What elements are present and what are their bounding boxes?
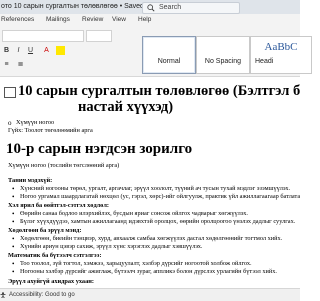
list-item: Бүлэг хүүхдүүдээ, хамтын ажиллагаанд идэ… bbox=[20, 218, 296, 225]
bullet-dot: • bbox=[12, 243, 15, 251]
style-normal[interactable]: Normal bbox=[142, 36, 196, 74]
bullet-dot: • bbox=[12, 185, 15, 193]
heading-line-1: 10 сарын сургалтын төлөвлөгөө (Бэлтгэл б… bbox=[18, 83, 300, 99]
style-heading-preview: AaBbC bbox=[264, 41, 298, 53]
square-icon bbox=[4, 87, 16, 98]
ribbon-tabs: References Mailings Review View Help bbox=[0, 14, 300, 26]
style-heading[interactable]: AaBbC Headi bbox=[250, 36, 312, 74]
tab-review[interactable]: Review bbox=[82, 14, 103, 26]
title-bar: ото 10 сарын сургалтын төлөвлөгөө • Save… bbox=[0, 0, 300, 14]
tab-references[interactable]: References bbox=[1, 14, 34, 26]
tab-view[interactable]: View bbox=[112, 14, 126, 26]
list-item: Хүнийн ариун цэвэр сахиж, эрүүл хүнс хэр… bbox=[20, 243, 203, 250]
font-color-icon[interactable]: A bbox=[42, 46, 51, 55]
subsection-title: Хүмүүн ногоо (тослийн төгслөөний арга) bbox=[8, 162, 120, 169]
block-heading: Эрүүл ахуйгүй ахидрах ухаан: bbox=[8, 278, 94, 285]
heading-line-2: настай хүүхэд) bbox=[78, 99, 174, 115]
list-item: Хүнсний ногооны төрөл, ургалт, аргачлаг,… bbox=[20, 185, 291, 192]
block-heading: Хэл ярил ба өөйтгэл-сэтгэл хөдлөл: bbox=[8, 202, 109, 209]
status-bar: Accessibility: Good to go bbox=[0, 288, 300, 301]
block-heading: Математик ба бүтээлч сэтгэлгээ: bbox=[8, 252, 102, 259]
list-item: Ногоо ургамал шаардлагатай нөхцөл (ус, г… bbox=[20, 193, 300, 200]
block-heading: Танин мэдэхүй: bbox=[8, 177, 53, 184]
font-name-dropdown[interactable] bbox=[2, 30, 84, 42]
bullet-dot: • bbox=[12, 235, 15, 243]
underline-button[interactable]: U bbox=[26, 46, 35, 55]
list-bullet: o bbox=[8, 119, 12, 127]
list-item: Хөдөлгөөн, биеийн тэнцвэр, хурд, авхаалж… bbox=[20, 235, 283, 242]
style-normal-label: Normal bbox=[157, 58, 181, 65]
bullet-dot: • bbox=[12, 268, 15, 276]
accessibility-icon bbox=[0, 292, 6, 298]
search-placeholder: Search bbox=[159, 4, 182, 11]
block-heading: Хөдөлгөөн ба эрүүл мэнд: bbox=[8, 227, 82, 234]
bold-button[interactable]: B bbox=[2, 46, 11, 55]
document-title[interactable]: ото 10 сарын сургалтын төлөвлөгөө • Save… bbox=[0, 0, 152, 14]
list-item: Өөрийн санаа бодлоо илэрхийлэх, бусдын я… bbox=[20, 210, 248, 217]
italic-button[interactable]: I bbox=[14, 46, 23, 55]
font-group: B I U A ≡ ≣ bbox=[2, 30, 130, 72]
list-item: Тоо тоолол, зүй тогтол, хэмжээ, харьцуул… bbox=[20, 260, 252, 267]
list-item: Ногооны хэлбэр дүрсийг ажиглаж, бүтээлч … bbox=[20, 268, 277, 275]
font-size-dropdown[interactable] bbox=[86, 30, 112, 42]
bullet-dot: • bbox=[12, 193, 15, 201]
style-heading-label: Headi bbox=[255, 58, 274, 65]
bullet-dot: • bbox=[12, 210, 15, 218]
list-item: Гүйх: Тоолот төгөлөөмийн арга bbox=[8, 127, 93, 134]
style-no-spacing[interactable]: No Spacing bbox=[196, 36, 250, 74]
tab-help[interactable]: Help bbox=[138, 14, 151, 26]
search-icon bbox=[147, 4, 155, 12]
list-item: Хүмүүн ногоо bbox=[16, 119, 55, 126]
highlight-icon[interactable] bbox=[56, 46, 65, 55]
bullet-dot: • bbox=[12, 260, 15, 268]
bullets-icon[interactable]: ≡ bbox=[2, 60, 11, 69]
accessibility-status[interactable]: Accessibility: Good to go bbox=[9, 289, 75, 301]
ribbon-panel: B I U A ≡ ≣ Normal No Spacing AaBbC Head… bbox=[0, 26, 312, 77]
style-no-spacing-label: No Spacing bbox=[204, 58, 242, 65]
search-box[interactable]: Search bbox=[142, 2, 240, 14]
document-canvas[interactable]: 10 сарын сургалтын төлөвлөгөө (Бэлтгэл б… bbox=[0, 77, 300, 288]
bullet-dot: • bbox=[12, 218, 15, 226]
tab-mailings[interactable]: Mailings bbox=[46, 14, 70, 26]
align-left-icon[interactable]: ≣ bbox=[16, 60, 25, 69]
document-heading: 10 сарын сургалтын төлөвлөгөө (Бэлтгэл б… bbox=[18, 83, 300, 115]
section-heading: 10-р сарын нэгдсэн зорилго bbox=[6, 141, 193, 157]
